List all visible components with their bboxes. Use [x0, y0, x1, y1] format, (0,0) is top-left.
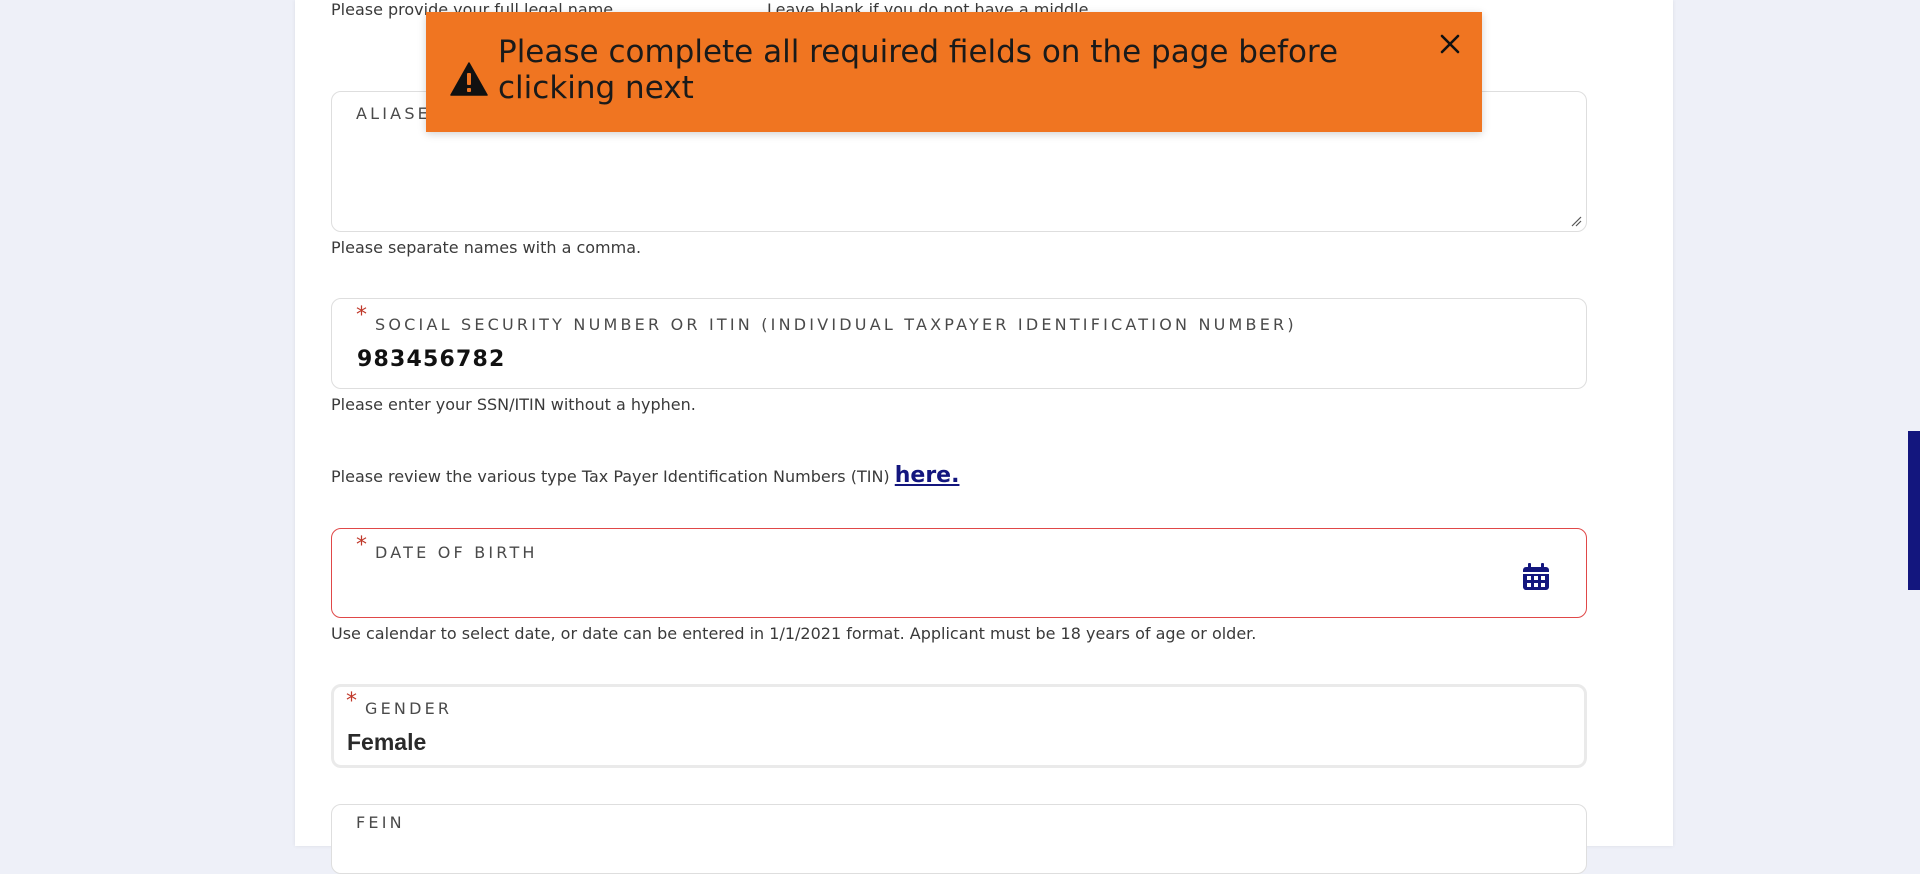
toast-message: Please complete all required fields on t…: [498, 34, 1339, 106]
tin-review-label: Please review the various type Tax Payer…: [331, 467, 895, 486]
scrollbar-thumb[interactable]: [1908, 431, 1920, 590]
resize-handle-icon[interactable]: [1570, 215, 1582, 227]
required-marker: *: [356, 533, 367, 558]
tin-review-link[interactable]: here.: [895, 463, 960, 488]
dob-label: DATE OF BIRTH: [375, 543, 538, 562]
tin-review-text: Please review the various type Tax Payer…: [331, 463, 959, 488]
calendar-icon[interactable]: [1522, 563, 1550, 591]
fein-field[interactable]: FEIN: [331, 804, 1587, 874]
error-toast: Please complete all required fields on t…: [426, 12, 1482, 132]
warning-icon: [450, 62, 488, 96]
gender-label: GENDER: [365, 699, 453, 718]
dob-help: Use calendar to select date, or date can…: [331, 624, 1257, 643]
gender-value: Female: [347, 729, 427, 755]
ssn-label: SOCIAL SECURITY NUMBER OR ITIN (INDIVIDU…: [375, 315, 1297, 334]
ssn-help: Please enter your SSN/ITIN without a hyp…: [331, 395, 696, 414]
gender-select[interactable]: * GENDER Female: [331, 684, 1587, 768]
aliases-help: Please separate names with a comma.: [331, 238, 642, 257]
fein-label: FEIN: [356, 813, 405, 832]
required-marker: *: [346, 689, 357, 714]
ssn-field[interactable]: * SOCIAL SECURITY NUMBER OR ITIN (INDIVI…: [331, 298, 1587, 389]
close-icon[interactable]: [1436, 30, 1464, 58]
ssn-value: 983456782: [357, 347, 506, 372]
dob-field[interactable]: * DATE OF BIRTH: [331, 528, 1587, 618]
required-marker: *: [356, 303, 367, 328]
